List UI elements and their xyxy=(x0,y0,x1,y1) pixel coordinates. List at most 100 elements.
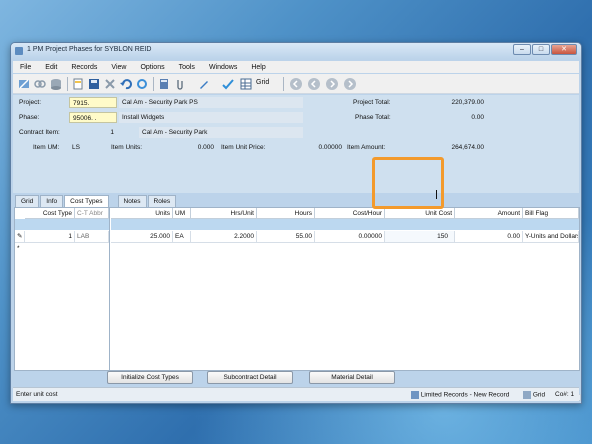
next-record-icon[interactable] xyxy=(325,77,339,91)
cost-type-cell[interactable]: 1 xyxy=(25,231,75,242)
tab-roles[interactable]: Roles xyxy=(147,195,177,207)
unit-cost-cell[interactable]: 150 xyxy=(385,231,455,242)
units-cell[interactable]: 25.000 xyxy=(111,231,173,242)
col-unit-cost[interactable]: Unit Cost xyxy=(385,208,455,219)
col-hrs-unit[interactable]: Hrs/Unit xyxy=(191,208,257,219)
grid-status-icon xyxy=(523,391,531,399)
view-mode-status: Grid xyxy=(523,391,545,399)
pen-icon[interactable] xyxy=(197,77,211,91)
menu-records[interactable]: Records xyxy=(64,64,104,71)
save-icon[interactable] xyxy=(87,77,101,91)
cost-hour-cell[interactable]: 0.00000 xyxy=(315,231,385,242)
record-mode-status: Limited Records - New Record xyxy=(411,391,509,399)
col-cost-type[interactable]: Cost Type xyxy=(25,208,75,219)
phase-total-value: 0.00 xyxy=(471,114,484,121)
minimize-button[interactable]: – xyxy=(513,44,531,55)
cost-types-panel: Cost Type C-T Abbr ✎ 1 LAB * Units UM Hr… xyxy=(14,207,581,401)
tab-cost-types[interactable]: Cost Types xyxy=(64,195,109,207)
spellcheck-icon[interactable] xyxy=(221,77,235,91)
phase-description: Install Widgets xyxy=(119,112,303,123)
cost-type-grid: Cost Type C-T Abbr ✎ 1 LAB * xyxy=(15,208,110,370)
phase-total-label: Phase Total: xyxy=(355,114,391,121)
window-title: 1 PM Project Phases for SYBLON REID xyxy=(27,46,152,53)
tab-info[interactable]: Info xyxy=(40,195,64,207)
status-bar: Enter unit cost Limited Records - New Re… xyxy=(13,387,579,401)
text-cursor xyxy=(436,190,437,199)
col-ct-abbr[interactable]: C-T Abbr xyxy=(75,208,109,219)
company-status: Co#: 1 xyxy=(555,391,575,398)
col-hours[interactable]: Hours xyxy=(257,208,315,219)
attach-icon[interactable] xyxy=(173,77,187,91)
initialize-cost-types-button[interactable]: Initialize Cost Types xyxy=(107,371,193,384)
menu-options[interactable]: Options xyxy=(133,64,171,71)
bill-flag-cell[interactable]: Y-Units and Dollars xyxy=(523,231,579,242)
menu-view[interactable]: View xyxy=(104,64,133,71)
cost-detail-grid: Units UM Hrs/Unit Hours Cost/Hour Unit C… xyxy=(111,208,579,370)
um-cell[interactable]: EA xyxy=(173,231,191,242)
col-bill-flag[interactable]: Bill Flag xyxy=(523,208,579,219)
refresh-icon[interactable] xyxy=(135,77,149,91)
project-header-panel: Project: 7915. Cal Am - Security Park PS… xyxy=(13,95,579,193)
item-units-label: Item Units: xyxy=(111,144,143,151)
menu-edit[interactable]: Edit xyxy=(38,64,64,71)
tab-strip: Grid Info Cost Types Notes Roles xyxy=(15,195,177,207)
col-units[interactable]: Units xyxy=(111,208,173,219)
row-divider xyxy=(15,242,109,243)
edit-icon[interactable] xyxy=(17,77,31,91)
phase-label: Phase: xyxy=(19,114,40,121)
col-amount[interactable]: Amount xyxy=(455,208,523,219)
project-total-value: 220,379.00 xyxy=(451,99,484,106)
grid-band xyxy=(111,219,579,230)
hours-cell[interactable]: 55.00 xyxy=(257,231,315,242)
toolbar-separator xyxy=(153,77,154,91)
tab-grid[interactable]: Grid xyxy=(15,195,40,207)
hrs-unit-cell[interactable]: 2.2000 xyxy=(191,231,257,242)
new-row-marker: * xyxy=(17,245,20,252)
amount-cell[interactable]: 0.00 xyxy=(455,231,523,242)
menu-file[interactable]: File xyxy=(13,64,38,71)
app-icon xyxy=(15,47,23,55)
menu-windows[interactable]: Windows xyxy=(202,64,244,71)
delete-icon[interactable] xyxy=(103,77,117,91)
last-record-icon[interactable] xyxy=(343,77,357,91)
prev-record-icon[interactable] xyxy=(307,77,321,91)
contract-item-field[interactable]: 1 xyxy=(69,127,117,138)
calculator-icon[interactable] xyxy=(157,77,171,91)
col-cost-hour[interactable]: Cost/Hour xyxy=(315,208,385,219)
grid-icon[interactable] xyxy=(239,77,253,91)
material-detail-button[interactable]: Material Detail xyxy=(309,371,395,384)
title-bar: 1 PM Project Phases for SYBLON REID – □ … xyxy=(11,43,581,59)
project-description: Cal Am - Security Park PS xyxy=(119,97,303,108)
toolbar-separator xyxy=(67,77,68,91)
record-mode-text: Limited Records - New Record xyxy=(420,391,510,399)
subcontract-detail-button[interactable]: Subcontract Detail xyxy=(207,371,293,384)
document-icon[interactable] xyxy=(71,77,85,91)
database-icon[interactable] xyxy=(49,77,63,91)
item-amount-value: 264,674.00 xyxy=(451,144,484,151)
status-message: Enter unit cost xyxy=(16,391,58,398)
grid-view-label[interactable]: Grid xyxy=(256,79,269,86)
menu-help[interactable]: Help xyxy=(244,64,272,71)
phase-field[interactable]: 95006. . xyxy=(69,112,117,123)
tab-notes[interactable]: Notes xyxy=(117,195,147,207)
item-unit-price-label: Item Unit Price: xyxy=(221,144,266,151)
ct-abbr-cell[interactable]: LAB xyxy=(75,231,109,242)
first-record-icon[interactable] xyxy=(289,77,303,91)
toolbar-separator xyxy=(283,77,284,91)
link-icon[interactable] xyxy=(33,77,47,91)
project-total-label: Project Total: xyxy=(353,99,391,106)
maximize-button[interactable]: □ xyxy=(532,44,550,55)
close-button[interactable]: ✕ xyxy=(551,44,577,55)
grid-band xyxy=(15,219,109,230)
menu-bar: File Edit Records View Options Tools Win… xyxy=(13,61,579,73)
item-unit-price-field: 0.00000 xyxy=(318,144,343,151)
item-um-field: LS xyxy=(72,144,80,151)
item-units-field: 0.000 xyxy=(197,144,214,151)
project-label: Project: xyxy=(19,99,42,106)
menu-tools[interactable]: Tools xyxy=(172,64,202,71)
col-um[interactable]: UM xyxy=(173,208,191,219)
undo-icon[interactable] xyxy=(119,77,133,91)
unit-cost-highlight xyxy=(372,157,444,209)
project-field[interactable]: 7915. xyxy=(69,97,117,108)
records-icon xyxy=(411,391,419,399)
